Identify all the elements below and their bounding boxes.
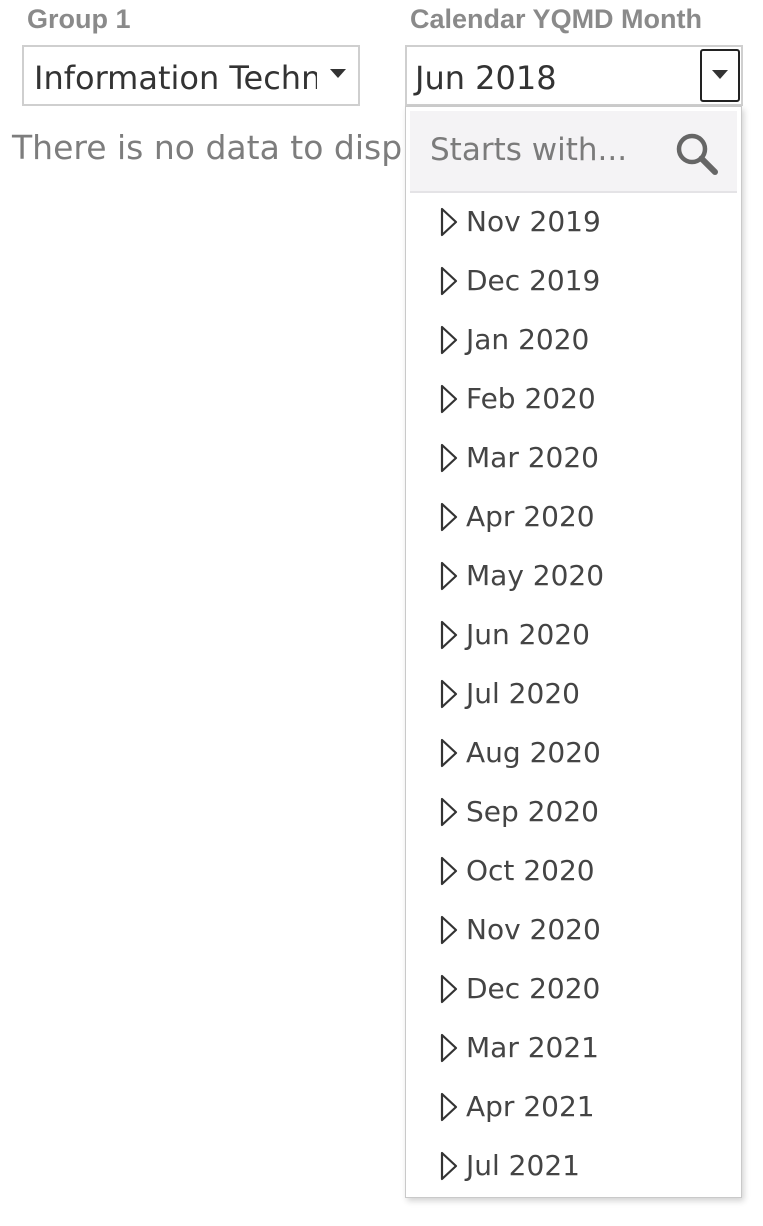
group-filter-label: Group 1 [27,4,131,34]
group-select-value: Information Technology [34,59,317,97]
month-label: Dec 2019 [466,264,601,297]
month-label: Mar 2020 [466,441,599,474]
calendar-dropdown-panel: Nov 2019 Dec 2019 Jan 2020 Feb 2020 Mar 2020… [405,106,742,1198]
search-bar [410,111,737,193]
triangle-right-icon[interactable] [440,974,458,1004]
caret-down-icon [330,69,346,78]
month-label: Dec 2020 [466,972,601,1005]
triangle-right-icon[interactable] [440,266,458,296]
dropdown-toggle-button[interactable] [700,49,740,102]
month-label: Apr 2021 [466,1090,595,1123]
triangle-right-icon[interactable] [440,915,458,945]
triangle-right-icon[interactable] [440,384,458,414]
month-label: Jan 2020 [466,323,590,356]
triangle-right-icon[interactable] [440,856,458,886]
search-icon[interactable] [674,131,720,177]
list-item[interactable]: Dec 2020 [406,960,741,1019]
triangle-right-icon[interactable] [440,1033,458,1063]
list-item[interactable]: Jul 2021 [406,1137,741,1196]
list-item[interactable]: Apr 2021 [406,1078,741,1137]
list-item[interactable]: Jun 2020 [406,606,741,665]
list-item[interactable]: Mar 2021 [406,1019,741,1078]
list-item[interactable]: Apr 2020 [406,488,741,547]
list-item[interactable]: Feb 2020 [406,370,741,429]
triangle-right-icon[interactable] [440,325,458,355]
caret-down-icon [712,70,728,79]
list-item[interactable]: Oct 2020 [406,842,741,901]
month-label: Feb 2020 [466,382,596,415]
calendar-select-value: Jun 2018 [415,59,557,97]
triangle-right-icon[interactable] [440,502,458,532]
triangle-right-icon[interactable] [440,443,458,473]
month-label: Aug 2020 [466,736,601,769]
month-label: Oct 2020 [466,854,595,887]
triangle-right-icon[interactable] [440,620,458,650]
calendar-month-select[interactable]: Jun 2018 [405,45,743,106]
group-select[interactable]: Information Technology [22,45,360,106]
triangle-right-icon[interactable] [440,1092,458,1122]
month-label: Apr 2020 [466,500,595,533]
list-item[interactable]: Jul 2020 [406,665,741,724]
search-input[interactable] [424,125,676,175]
list-item[interactable]: May 2020 [406,547,741,606]
list-item[interactable]: Mar 2020 [406,429,741,488]
month-label: Mar 2021 [466,1031,599,1064]
triangle-right-icon[interactable] [440,738,458,768]
month-label: May 2020 [466,559,605,592]
month-label: Jul 2021 [466,1149,580,1182]
no-data-message: There is no data to display [12,128,452,167]
month-label: Nov 2019 [466,205,601,238]
month-list: Nov 2019 Dec 2019 Jan 2020 Feb 2020 Mar 2020… [406,193,741,1196]
calendar-filter-label: Calendar YQMD Month [410,4,703,34]
month-label: Sep 2020 [466,795,599,828]
month-label: Nov 2020 [466,913,601,946]
month-label: Jun 2020 [466,618,590,651]
list-item[interactable]: Jan 2020 [406,311,741,370]
triangle-right-icon[interactable] [440,679,458,709]
month-label: Jul 2020 [466,677,580,710]
triangle-right-icon[interactable] [440,561,458,591]
list-item[interactable]: Nov 2020 [406,901,741,960]
triangle-right-icon[interactable] [440,1151,458,1181]
list-item[interactable]: Aug 2020 [406,724,741,783]
list-item[interactable]: Sep 2020 [406,783,741,842]
triangle-right-icon[interactable] [440,207,458,237]
triangle-right-icon[interactable] [440,797,458,827]
list-item[interactable]: Dec 2019 [406,252,741,311]
list-item[interactable]: Nov 2019 [406,193,741,252]
